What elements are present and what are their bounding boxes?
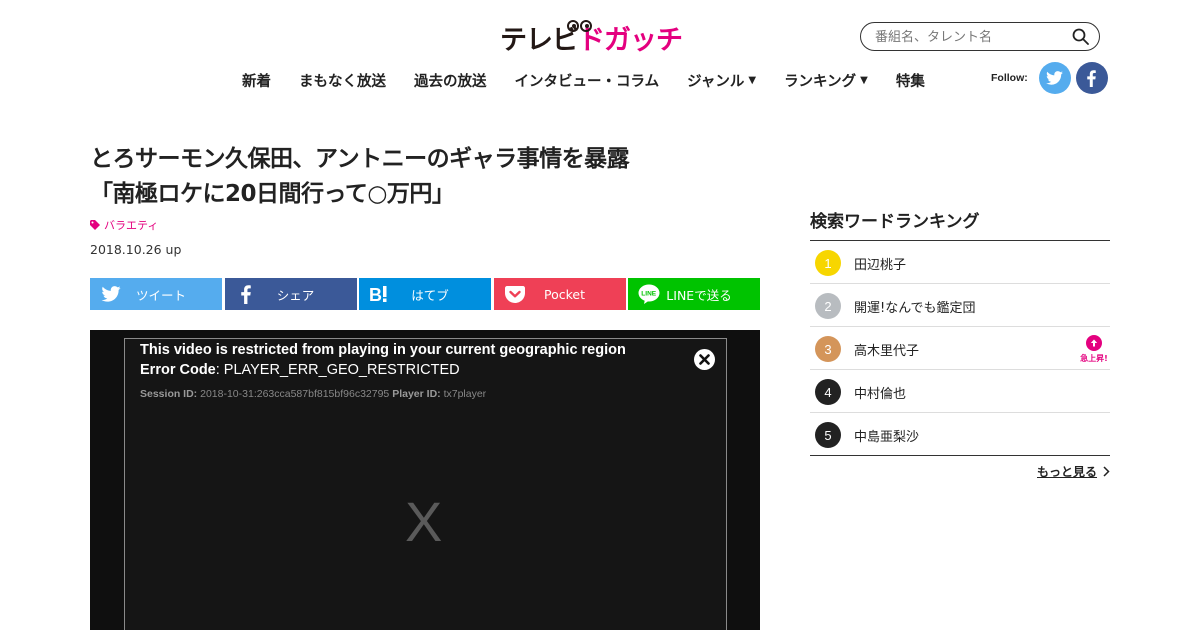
nav-label: ランキング [784,73,857,90]
ranking-item[interactable]: 1 田辺桃子 [810,241,1110,284]
ranking-more-link[interactable]: もっと見る [1037,463,1110,480]
caret-down-icon: ▼ [860,74,868,86]
nav-label: ジャンル [687,73,745,90]
close-icon [699,354,710,365]
share-bar: ツイート シェア B はてブ Pocket LINE LINEで送る [90,278,763,310]
nav-item-past[interactable]: 過去の放送 [414,70,487,91]
player-id-label: Player ID: [392,388,441,400]
video-placeholder-glyph: X [405,490,443,553]
facebook-follow-button[interactable] [1075,62,1108,94]
publish-date: 2018.10.26 up [90,242,182,257]
share-label: はてブ [411,287,449,303]
error-code: Error Code: PLAYER_ERR_GEO_RESTRICTED [140,362,460,378]
nav-label: 過去の放送 [414,73,487,90]
rank-number: 2 [815,293,841,319]
arrow-up-icon [1086,335,1102,351]
logo-eyes-icon [567,20,592,32]
nav-item-ranking[interactable]: ランキング ▼ [784,70,868,91]
share-label: LINEで送る [666,287,732,303]
chevron-right-icon [1103,466,1110,477]
more-link-label: もっと見る [1037,465,1098,479]
nav-item-new[interactable]: 新着 [242,70,271,91]
search-icon[interactable] [1072,28,1089,45]
nav-label: まもなく放送 [299,73,386,90]
nav-item-interview[interactable]: インタビュー・コラム [515,70,660,91]
ranking-list: 1 田辺桃子 2 開運!なんでも鑑定団 3 高木里代子 急上昇! 4 中村倫也 … [810,240,1110,456]
category-link[interactable]: バラエティ [90,217,158,233]
share-label: ツイート [135,287,186,303]
error-message: This video is restricted from playing in… [140,342,626,358]
hatena-bookmark-button[interactable]: B はてブ [359,278,491,310]
twitter-follow-button[interactable] [1038,62,1071,94]
article-title-line2: 「南極ロケに20日間行って○万円」 [90,181,455,207]
ranking-item-label: 田辺桃子 [854,258,907,273]
rank-number: 1 [815,250,841,276]
share-label: Pocket [544,286,585,302]
twitter-icon [1046,71,1064,85]
ranking-item[interactable]: 3 高木里代子 急上昇! [810,327,1110,370]
nav-label: インタビュー・コラム [514,73,660,90]
error-session-info: Session ID: 2018-10-31:263cca587bf815bf9… [140,388,486,400]
tweet-button[interactable]: ツイート [90,278,222,310]
category-label: バラエティ [104,219,159,232]
ranking-item-label: 中島亜梨沙 [854,430,920,445]
share-label: シェア [276,287,315,303]
follow-label: Follow: [991,72,1028,84]
line-share-button[interactable]: LINE LINEで送る [628,278,760,310]
rank-number: 5 [815,422,841,448]
close-error-button[interactable] [694,349,715,370]
error-overlay: This video is restricted from playing in… [124,338,727,630]
ranking-item[interactable]: 4 中村倫也 [810,370,1110,413]
article-title: とろサーモン久保田、アントニーのギャラ事情を暴露 「南極ロケに20日間行って○万… [90,142,750,212]
ranking-item-label: 高木里代子 [854,344,920,359]
ranking-item-label: 開運!なんでも鑑定団 [854,301,976,316]
search-input[interactable] [875,27,1065,47]
nav-item-feature[interactable]: 特集 [896,70,925,91]
site-logo[interactable]: テレビ ドガッチ [500,18,700,58]
nav-item-upcoming[interactable]: まもなく放送 [299,70,386,91]
follow-links: Follow: [991,62,1108,94]
ranking-item[interactable]: 5 中島亜梨沙 [810,413,1110,456]
rising-badge-label: 急上昇! [1080,354,1108,363]
tag-icon [90,220,100,230]
player-id-value: tx7player [443,388,487,400]
nav-label: 特集 [895,73,925,90]
error-code-value: : PLAYER_ERR_GEO_RESTRICTED [215,362,460,378]
ranking-item-label: 中村倫也 [854,387,907,402]
main-nav: 新着 まもなく放送 過去の放送 インタビュー・コラム ジャンル ▼ ランキング ▼ … [242,69,953,91]
ranking-title: 検索ワードランキング [810,212,980,232]
facebook-icon [1087,69,1096,87]
pocket-button[interactable]: Pocket [493,278,626,310]
ranking-item[interactable]: 2 開運!なんでも鑑定団 [810,284,1110,327]
session-id-label: Session ID: [140,388,198,400]
nav-label: 新着 [242,73,271,90]
session-id-value: 2018-10-31:263cca587bf815bf96c32795 [200,388,390,400]
rank-number: 4 [815,379,841,405]
caret-down-icon: ▼ [748,74,757,86]
rising-badge: 急上昇! [1079,335,1109,365]
rank-number: 3 [815,336,841,362]
article-title-line1: とろサーモン久保田、アントニーのギャラ事情を暴露 [90,146,630,172]
search-box [860,22,1100,51]
nav-item-genre[interactable]: ジャンル ▼ [687,70,756,91]
facebook-share-button[interactable]: シェア [224,278,357,310]
video-player[interactable]: This video is restricted from playing in… [90,330,760,630]
error-code-label: Error Code [140,362,216,378]
